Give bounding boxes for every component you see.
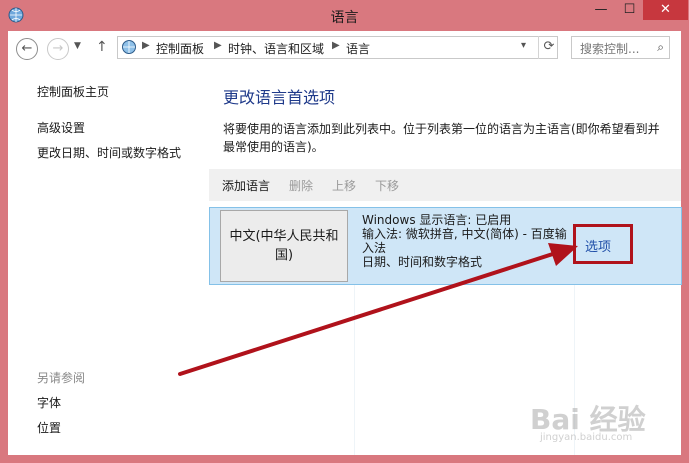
sidebar-link-date-time-format[interactable]: 更改日期、时间或数字格式 — [37, 144, 181, 161]
search-input[interactable]: 搜索控制... — [580, 40, 639, 57]
display-language-status: Windows 显示语言: 已启用 — [362, 213, 512, 227]
options-link[interactable]: 选项 — [585, 236, 611, 255]
control-panel-icon — [122, 40, 136, 54]
minimize-button[interactable]: — — [587, 0, 615, 20]
navigation-bar: ← → ▼ ↑ ▶ 控制面板 ▶ 时钟、语言和区域 ▶ 语言 ▾ ⟳ 搜索控制.… — [8, 31, 681, 65]
window-title: 语言 — [330, 10, 359, 26]
close-button[interactable]: ✕ — [643, 0, 688, 20]
breadcrumb-separator[interactable]: ▶ — [142, 40, 150, 51]
sidebar-link-home[interactable]: 控制面板主页 — [37, 83, 109, 100]
watermark-site: jingyan.baidu.com — [540, 432, 633, 443]
remove-button[interactable]: 删除 — [289, 177, 313, 194]
language-window: 语言 — ☐ ✕ ← → ▼ ↑ ▶ 控制面板 ▶ 时钟、语言和区域 ▶ 语言 … — [0, 0, 689, 463]
page-description: 将要使用的语言添加到此列表中。位于列表第一位的语言为主语言(即你希望看到并最常使… — [223, 122, 660, 154]
address-dropdown-icon[interactable]: ▾ — [521, 40, 526, 51]
column-divider — [354, 285, 355, 455]
title-bar[interactable]: 语言 — ☐ ✕ — [0, 0, 689, 31]
back-button[interactable]: ← — [16, 38, 38, 60]
breadcrumb-language[interactable]: 语言 — [346, 40, 370, 57]
add-language-button[interactable]: 添加语言 — [222, 177, 270, 194]
search-box[interactable]: 搜索控制... ⌕ — [571, 36, 670, 59]
breadcrumb-separator[interactable]: ▶ — [214, 40, 222, 51]
input-method-info: 输入法: 微软拼音, 中文(简体) - 百度输入法 — [362, 227, 567, 255]
format-info: 日期、时间和数字格式 — [362, 255, 483, 269]
recent-pages-dropdown-icon[interactable]: ▼ — [74, 41, 81, 51]
sidebar-link-advanced-settings[interactable]: 高级设置 — [37, 119, 85, 136]
breadcrumb-clock-language-region[interactable]: 时钟、语言和区域 — [228, 40, 324, 57]
refresh-button[interactable]: ⟳ — [538, 36, 559, 59]
breadcrumb-control-panel[interactable]: 控制面板 — [156, 40, 204, 57]
search-icon[interactable]: ⌕ — [657, 40, 664, 55]
up-button[interactable]: ↑ — [96, 39, 108, 55]
maximize-button[interactable]: ☐ — [616, 0, 643, 20]
language-info: Windows 显示语言: 已启用 输入法: 微软拼音, 中文(简体) - 百度… — [362, 213, 567, 269]
move-up-button[interactable]: 上移 — [332, 177, 356, 194]
language-name-button[interactable]: 中文(中华人民共和国) — [220, 210, 348, 282]
options-highlight-box: 选项 — [573, 224, 633, 264]
language-toolbar: 添加语言 删除 上移 下移 — [209, 169, 681, 201]
address-bar[interactable]: ▶ 控制面板 ▶ 时钟、语言和区域 ▶ 语言 ▾ — [117, 36, 558, 59]
page-title: 更改语言首选项 — [223, 88, 336, 107]
sidebar-link-location[interactable]: 位置 — [37, 419, 61, 436]
sidebar-link-fonts[interactable]: 字体 — [37, 394, 61, 411]
forward-button[interactable]: → — [47, 38, 69, 60]
breadcrumb-separator[interactable]: ▶ — [332, 40, 340, 51]
move-down-button[interactable]: 下移 — [375, 177, 399, 194]
see-also-heading: 另请参阅 — [37, 371, 86, 385]
